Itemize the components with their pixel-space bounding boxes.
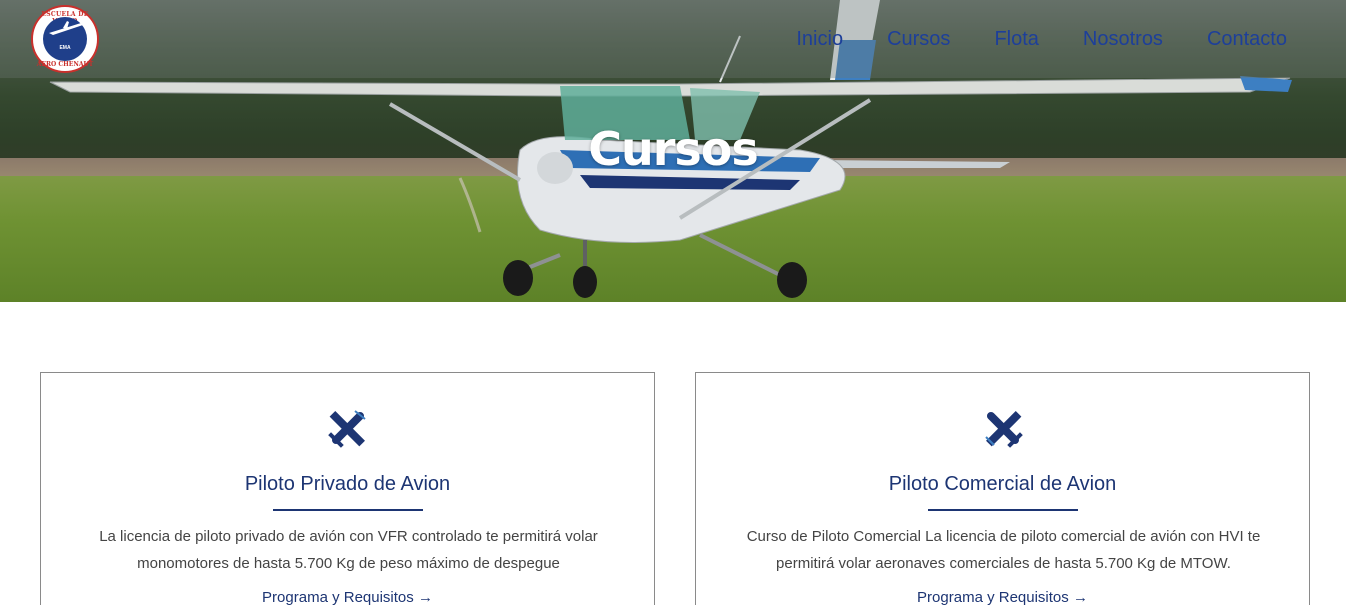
link-label: Programa y Requisitos (917, 589, 1069, 605)
course-card-commercial-pilot: Piloto Comercial de Avion Curso de Pilot… (695, 372, 1310, 605)
nav-item-nosotros[interactable]: Nosotros (1083, 26, 1163, 52)
logo-plane-icon (49, 21, 83, 35)
nav-item-cursos[interactable]: Cursos (887, 26, 950, 52)
course-card-private-pilot: Piloto Privado de Avion La licencia de p… (40, 372, 655, 605)
nav-item-inicio[interactable]: Inicio (796, 26, 843, 52)
arrow-right-icon: → (1072, 589, 1088, 605)
logo-mark-text: EMA (59, 45, 71, 51)
logo-text-bottom: AERO CHENAUT (36, 61, 94, 68)
nav-item-contacto[interactable]: Contacto (1207, 26, 1287, 52)
program-requirements-link[interactable]: Programa y Requisitos → (41, 589, 654, 605)
card-title: Piloto Privado de Avion (244, 473, 451, 495)
airplane-icon (984, 411, 1023, 448)
arrow-right-icon: → (417, 589, 433, 605)
main-navigation: Inicio Cursos Flota Nosotros Contacto (796, 26, 1346, 52)
page-title: Cursos (588, 122, 759, 176)
link-label: Programa y Requisitos (262, 589, 414, 605)
hero-banner: ESCUELA DE VUELO EMA AERO CHENAUT Inicio… (0, 0, 1346, 302)
card-title-underline (272, 509, 423, 511)
nav-item-flota[interactable]: Flota (994, 26, 1038, 52)
school-logo[interactable]: ESCUELA DE VUELO EMA AERO CHENAUT (31, 5, 99, 73)
top-navbar: ESCUELA DE VUELO EMA AERO CHENAUT Inicio… (0, 0, 1346, 78)
card-title-underline (927, 509, 1078, 511)
airplane-icon (327, 410, 366, 448)
program-requirements-link[interactable]: Programa y Requisitos → (696, 589, 1309, 605)
card-description: Curso de Piloto Comercial La licencia de… (746, 528, 1261, 572)
card-title: Piloto Comercial de Avion (888, 473, 1117, 495)
card-description: La licencia de piloto privado de avión c… (99, 528, 598, 572)
